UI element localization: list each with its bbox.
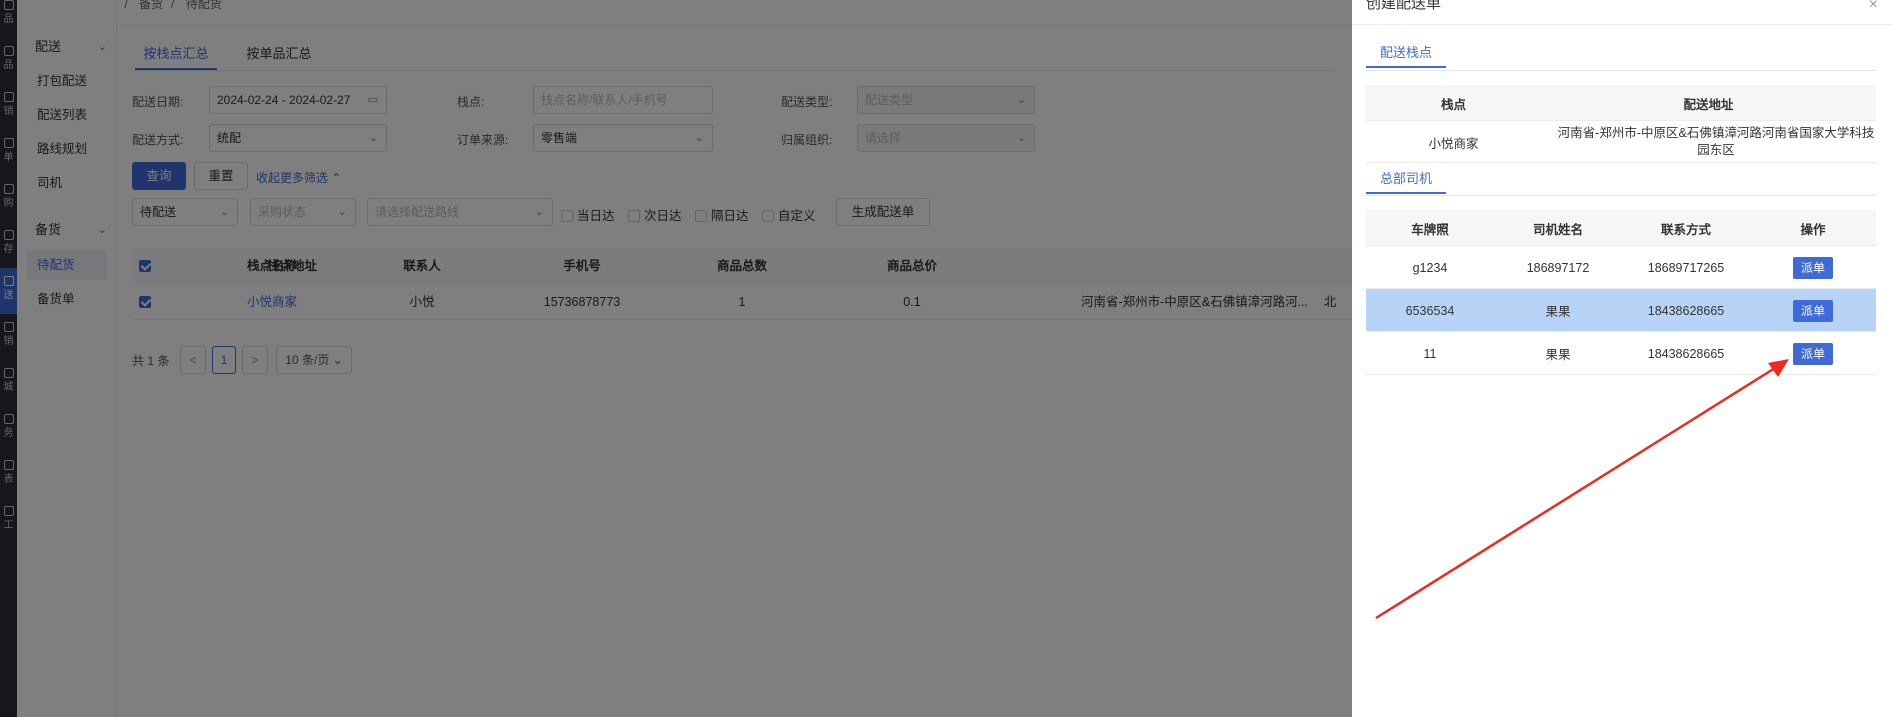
app-root: 品 品 销 单 购 存 送 销 城 务 表 工 ⌂ 首页/ 配送/ 备货/ 待配…: [0, 0, 1892, 717]
phone-cell: 18438628665: [1647, 303, 1725, 318]
station-name-cell: 小悦商家: [1428, 136, 1479, 151]
tab1-divider: [1366, 70, 1876, 71]
driver-row[interactable]: 6536534 果果 18438628665 派单: [1366, 289, 1876, 332]
driver-name-cell: 果果: [1545, 348, 1571, 362]
driver-name-cell: 果果: [1545, 305, 1571, 319]
col-station: 栈点: [1440, 97, 1466, 112]
driver-row[interactable]: g1234 186897172 18689717265 派单: [1366, 246, 1876, 289]
col-driver-name: 司机姓名: [1532, 222, 1583, 237]
driver-name-cell: 186897172: [1526, 260, 1590, 275]
drawer-header-divider: [1352, 24, 1892, 25]
modal-overlay[interactable]: [0, 0, 1352, 717]
dispatch-button[interactable]: 派单: [1792, 342, 1833, 365]
dispatch-button[interactable]: 派单: [1792, 299, 1833, 322]
dispatch-button[interactable]: 派单: [1792, 256, 1833, 279]
col-address: 配送地址: [1683, 97, 1734, 112]
col-action: 操作: [1800, 222, 1826, 237]
driver-table-header: 车牌照 司机姓名 联系方式 操作: [1366, 210, 1876, 246]
phone-cell: 18689717265: [1647, 260, 1725, 275]
col-plate: 车牌照: [1411, 222, 1449, 237]
tab2-divider: [1366, 195, 1876, 196]
col-phone: 联系方式: [1660, 222, 1711, 237]
plate-cell: 11: [1423, 346, 1437, 361]
station-address-cell: 河南省-郑州市-中原区&石佛镇漳河路河南省国家大学科技园东区: [1557, 126, 1875, 157]
tab-delivery-station[interactable]: 配送栈点: [1366, 40, 1447, 68]
tab-hq-drivers[interactable]: 总部司机: [1366, 166, 1447, 194]
phone-cell: 18438628665: [1647, 346, 1725, 361]
plate-cell: 6536534: [1405, 303, 1455, 318]
close-icon[interactable]: ×: [1869, 0, 1878, 14]
plate-cell: g1234: [1412, 260, 1448, 275]
create-delivery-drawer: 创建配送单 × 配送栈点 栈点 配送地址 小悦商家 河南省-郑州市-中原区&石佛…: [1352, 0, 1892, 717]
station-table-header: 栈点 配送地址: [1366, 85, 1876, 121]
driver-row[interactable]: 11 果果 18438628665 派单: [1366, 332, 1876, 375]
station-info-row: 小悦商家 河南省-郑州市-中原区&石佛镇漳河路河南省国家大学科技园东区: [1366, 121, 1876, 163]
drawer-title: 创建配送单: [1366, 0, 1442, 12]
